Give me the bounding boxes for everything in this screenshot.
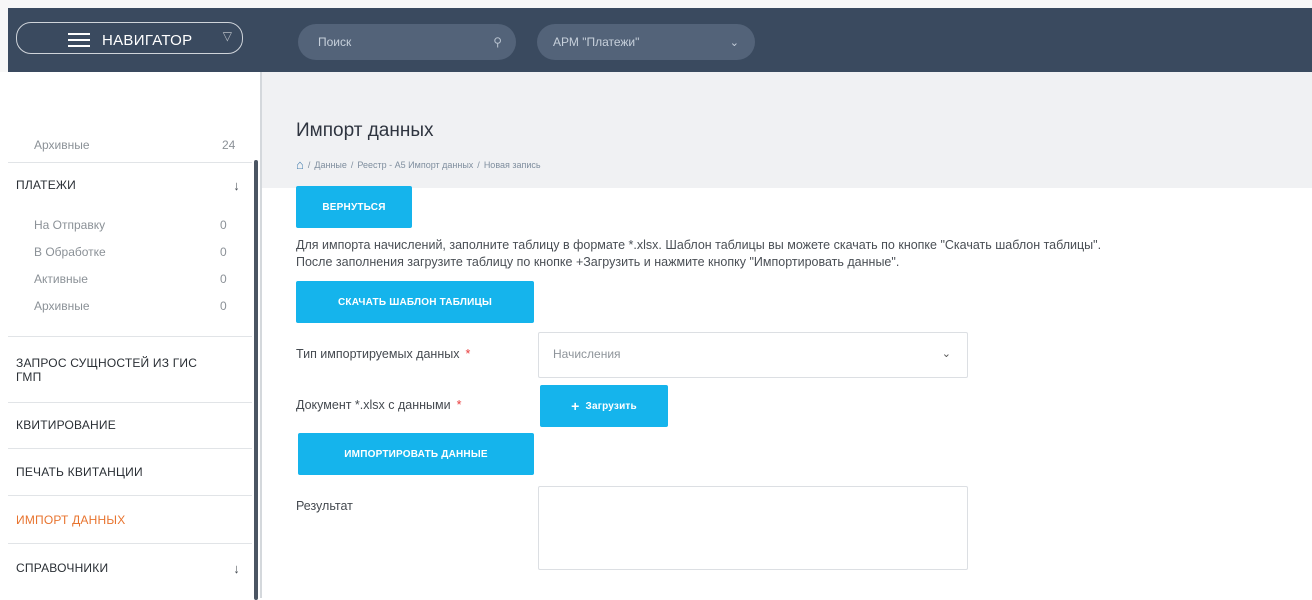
label-text: Документ *.xlsx с данными [296, 398, 451, 412]
sidebar-item-label: Активные [34, 272, 88, 286]
sidebar-item-active[interactable]: Активные [34, 272, 88, 286]
document-label: Документ *.xlsx с данными * [296, 398, 461, 412]
breadcrumb: ⌂ / Данные / Реестр - А5 Импорт данных /… [296, 157, 541, 172]
chevron-down-icon: ⌄ [729, 36, 739, 49]
arrow-down-icon: ↓ [233, 561, 240, 576]
plus-icon: + [571, 398, 580, 414]
breadcrumb-item[interactable]: Реестр - А5 Импорт данных [357, 160, 473, 170]
arrow-down-icon: ↓ [233, 178, 240, 193]
import-data-button[interactable]: ИМПОРТИРОВАТЬ ДАННЫЕ [298, 433, 534, 475]
arm-select[interactable]: АРМ "Платежи" ⌄ [537, 24, 755, 60]
instructions-line: Для импорта начислений, заполните таблиц… [296, 238, 1102, 252]
sidebar-item-label: На Отправку [34, 218, 106, 232]
section-label: КВИТИРОВАНИЕ [16, 418, 116, 432]
sidebar-filter-input[interactable]: ▽ [16, 22, 243, 54]
divider [8, 402, 252, 403]
divider [8, 448, 252, 449]
sidebar-item-count: 24 [222, 138, 236, 152]
sidebar-item-processing[interactable]: В Обработке [34, 245, 106, 259]
section-label: ЗАПРОС СУЩНОСТЕЙ ИЗ ГИС ГМП [16, 356, 198, 384]
instructions-text: Для импорта начислений, заполните таблиц… [296, 237, 1308, 271]
sidebar-section-kvitirovanie[interactable]: КВИТИРОВАНИЕ [0, 418, 252, 434]
section-label: ПЕЧАТЬ КВИТАНЦИИ [16, 465, 143, 479]
home-icon[interactable]: ⌂ [296, 157, 304, 172]
sidebar-item-label: Архивные [34, 299, 90, 313]
sidebar-scrollbar[interactable] [254, 160, 258, 600]
sidebar-item-archive-top[interactable]: Архивные [34, 138, 90, 152]
label-text: Тип импортируемых данных [296, 347, 460, 361]
search-icon[interactable]: ⚲ [493, 35, 502, 49]
breadcrumb-item[interactable]: Данные [314, 160, 347, 170]
divider [8, 543, 252, 544]
sidebar-section-import-data[interactable]: ИМПОРТ ДАННЫХ [0, 513, 252, 529]
chevron-down-icon: ⌄ [941, 348, 951, 360]
sidebar-item-archived[interactable]: Архивные [34, 299, 90, 313]
sidebar-section-print-receipt[interactable]: ПЕЧАТЬ КВИТАНЦИИ [0, 465, 252, 481]
search-input[interactable]: Поиск ⚲ [298, 24, 516, 60]
import-type-select[interactable]: Начисления ⌄ [538, 332, 968, 378]
filter-icon[interactable]: ▽ [223, 29, 232, 43]
upload-label: Загрузить [585, 400, 637, 412]
search-placeholder: Поиск [318, 35, 352, 49]
sidebar-item-count: 0 [220, 299, 227, 313]
sidebar-section-gis-request[interactable]: ЗАПРОС СУЩНОСТЕЙ ИЗ ГИС ГМП [0, 356, 252, 390]
breadcrumb-item: Новая запись [483, 159, 541, 170]
sidebar-item-count: 0 [220, 272, 227, 286]
required-mark: * [465, 347, 471, 361]
download-template-button[interactable]: СКАЧАТЬ ШАБЛОН ТАБЛИЦЫ [296, 281, 534, 323]
divider [8, 336, 252, 337]
sidebar-item-count: 0 [220, 245, 227, 259]
sidebar-item-label: В Обработке [34, 245, 106, 259]
divider [8, 162, 252, 163]
section-label: ПЛАТЕЖИ [16, 178, 77, 192]
result-label: Результат [296, 499, 353, 513]
back-button[interactable]: ВЕРНУТЬСЯ [296, 186, 412, 228]
section-label: СПРАВОЧНИКИ [16, 561, 109, 575]
import-type-value: Начисления [553, 347, 621, 361]
upload-button[interactable]: + Загрузить [540, 385, 668, 427]
sidebar-section-payments[interactable]: ПЛАТЕЖИ ↓ [0, 178, 252, 198]
instructions-line: После заполнения загрузите таблицу по кн… [296, 255, 900, 269]
sidebar-item-count: 0 [220, 218, 227, 232]
sidebar-section-directories[interactable]: СПРАВОЧНИКИ ↓ [0, 561, 252, 577]
sidebar-item-to-send[interactable]: На Отправку [34, 218, 105, 232]
required-mark: * [456, 398, 462, 412]
divider [8, 495, 252, 496]
section-label: ИМПОРТ ДАННЫХ [16, 513, 126, 527]
result-textarea[interactable] [538, 486, 968, 570]
arm-selected-value: АРМ "Платежи" [553, 35, 640, 49]
page-title: Импорт данных [296, 120, 434, 141]
sidebar-item-label: Архивные [34, 138, 90, 152]
import-type-label: Тип импортируемых данных * [296, 347, 470, 361]
